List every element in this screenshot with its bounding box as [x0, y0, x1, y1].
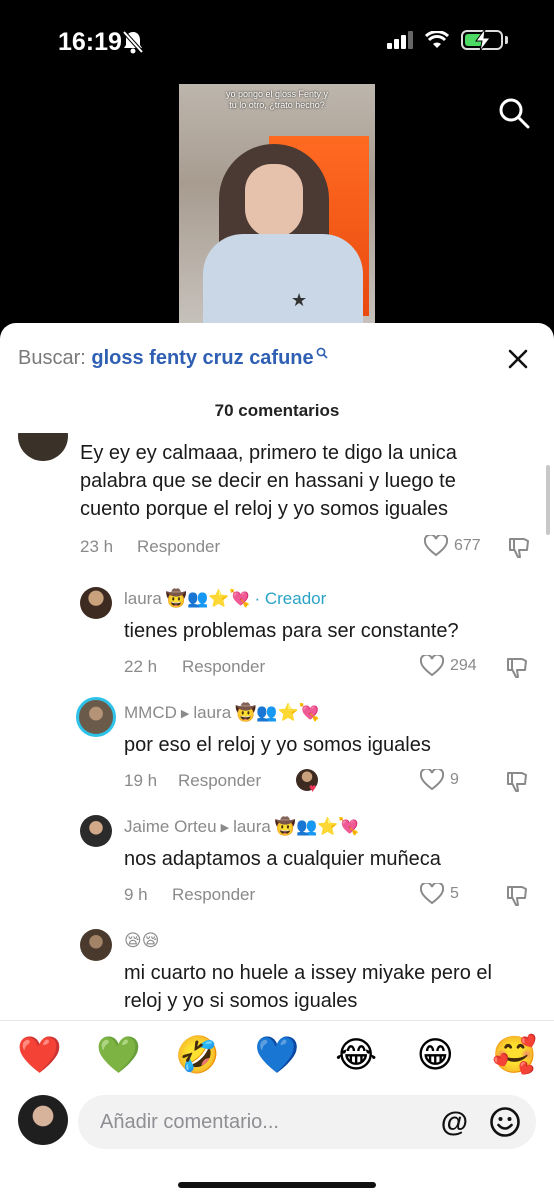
reply-button[interactable]: Responder	[137, 537, 220, 557]
comment-text: por eso el reloj y yo somos iguales	[124, 734, 431, 756]
emoji-grin-button[interactable]: 😁	[405, 1034, 465, 1076]
comment-author-line: Jaime Orteu ▶ laura 🤠👥⭐💘	[124, 817, 360, 837]
comment-text: Ey ey ey calmaaa, primero te digo la uni…	[80, 442, 457, 520]
home-indicator[interactable]	[178, 1182, 376, 1188]
comment-text: nos adaptamos a cualquier muñeca	[124, 848, 441, 870]
emoji-quick-bar: ❤️ 💚 🤣 💙 😂 😁 🥰	[0, 1020, 554, 1089]
dislike-icon[interactable]	[507, 536, 531, 560]
comment-time: 22 h	[124, 657, 158, 676]
author-emojis: 🤠👥⭐💘	[165, 589, 251, 608]
like-button[interactable]: 9	[420, 769, 459, 791]
star-icon: ★	[291, 290, 308, 310]
wifi-icon	[425, 31, 449, 48]
heart-icon	[424, 535, 448, 557]
dislike-icon[interactable]	[505, 770, 529, 794]
author-name[interactable]: laura	[124, 589, 162, 609]
emoji-red-heart-button[interactable]: ❤️	[10, 1034, 70, 1076]
comment-list: Ey ey ey calmaaa, primero te digo la uni…	[0, 433, 554, 1021]
creator-liked-heart-icon: ♥	[309, 781, 317, 795]
reply-to-name[interactable]: laura	[193, 703, 231, 723]
video-caption: yo pongo el gloss Fenty y tu lo otro, ¿t…	[225, 89, 329, 110]
comment-text: tienes problemas para ser constante?	[124, 620, 459, 642]
dislike-icon[interactable]	[505, 656, 529, 680]
avatar[interactable]	[80, 587, 112, 619]
user-avatar[interactable]	[18, 1095, 68, 1145]
smile-icon[interactable]	[489, 1106, 521, 1138]
like-count: 5	[450, 885, 459, 902]
status-time: 16:19	[58, 28, 122, 56]
comment-time: 19 h	[124, 771, 158, 790]
search-icon[interactable]	[498, 97, 530, 129]
reply-to-emojis: 🤠👥⭐💘	[235, 703, 320, 722]
like-count: 294	[450, 657, 477, 674]
like-button[interactable]: 294	[420, 655, 477, 677]
heart-icon	[420, 769, 444, 791]
comment-text: mi cuarto no huele a issey miyake pero e…	[124, 962, 492, 1012]
comment-time: 9 h	[124, 885, 148, 904]
at-icon[interactable]: @	[441, 1106, 468, 1138]
author-emojis[interactable]: 😪😪	[124, 931, 159, 951]
close-icon[interactable]	[506, 347, 530, 371]
comment-count: 70 comentarios	[214, 401, 340, 420]
comment-author-line: MMCD ▶ laura 🤠👥⭐💘	[124, 703, 320, 723]
author-name[interactable]: Jaime Orteu	[124, 817, 217, 837]
heart-icon	[420, 883, 444, 905]
author-name[interactable]: MMCD	[124, 703, 177, 723]
search-label: Buscar:	[18, 347, 86, 369]
scrollbar[interactable]	[546, 465, 550, 535]
comment-author-line: laura 🤠👥⭐💘 · Creador	[124, 589, 326, 609]
heart-icon	[420, 655, 444, 677]
bell-off-icon	[122, 30, 144, 54]
reply-arrow-icon: ▶	[180, 707, 190, 720]
emoji-green-heart-button[interactable]: 💚	[89, 1034, 149, 1076]
comment-time: 23 h	[80, 537, 114, 556]
like-count: 9	[450, 771, 459, 788]
emoji-tears-of-joy-button[interactable]: 😂	[326, 1034, 386, 1076]
emoji-blue-heart-button[interactable]: 💙	[247, 1034, 307, 1076]
comment-input-row: Añadir comentario... @	[0, 1093, 554, 1153]
comments-sheet: Buscar: gloss fenty cruz cafune 70 comen…	[0, 323, 554, 1200]
avatar[interactable]	[76, 697, 116, 737]
search-mini-icon	[316, 347, 328, 359]
reply-to-emojis: 🤠👥⭐💘	[274, 817, 360, 836]
reply-button[interactable]: Responder	[172, 885, 255, 905]
reply-button[interactable]: Responder	[182, 657, 265, 677]
avatar[interactable]	[18, 433, 68, 461]
emoji-rofl-button[interactable]: 🤣	[168, 1034, 228, 1076]
status-bar: 16:19	[0, 0, 554, 80]
signal-icon	[387, 31, 413, 49]
comment-author-line: 😪😪	[124, 931, 159, 951]
avatar[interactable]	[80, 815, 112, 847]
emoji-smiling-hearts-button[interactable]: 🥰	[484, 1034, 544, 1076]
reply-arrow-icon: ▶	[220, 821, 230, 834]
search-query-link[interactable]: gloss fenty cruz cafune	[91, 347, 313, 369]
reply-to-name[interactable]: laura	[233, 817, 271, 837]
video-preview[interactable]: ★ yo pongo el gloss Fenty y tu lo otro, …	[179, 84, 375, 334]
status-right	[387, 29, 508, 51]
like-count: 677	[454, 537, 481, 554]
search-row[interactable]: Buscar: gloss fenty cruz cafune	[18, 347, 328, 370]
reply-button[interactable]: Responder	[178, 771, 261, 791]
avatar[interactable]	[80, 929, 112, 961]
dislike-icon[interactable]	[505, 884, 529, 908]
battery-icon	[461, 29, 503, 51]
like-button[interactable]: 5	[420, 883, 459, 905]
creator-badge: · Creador	[254, 589, 327, 608]
like-button[interactable]: 677	[424, 535, 481, 557]
